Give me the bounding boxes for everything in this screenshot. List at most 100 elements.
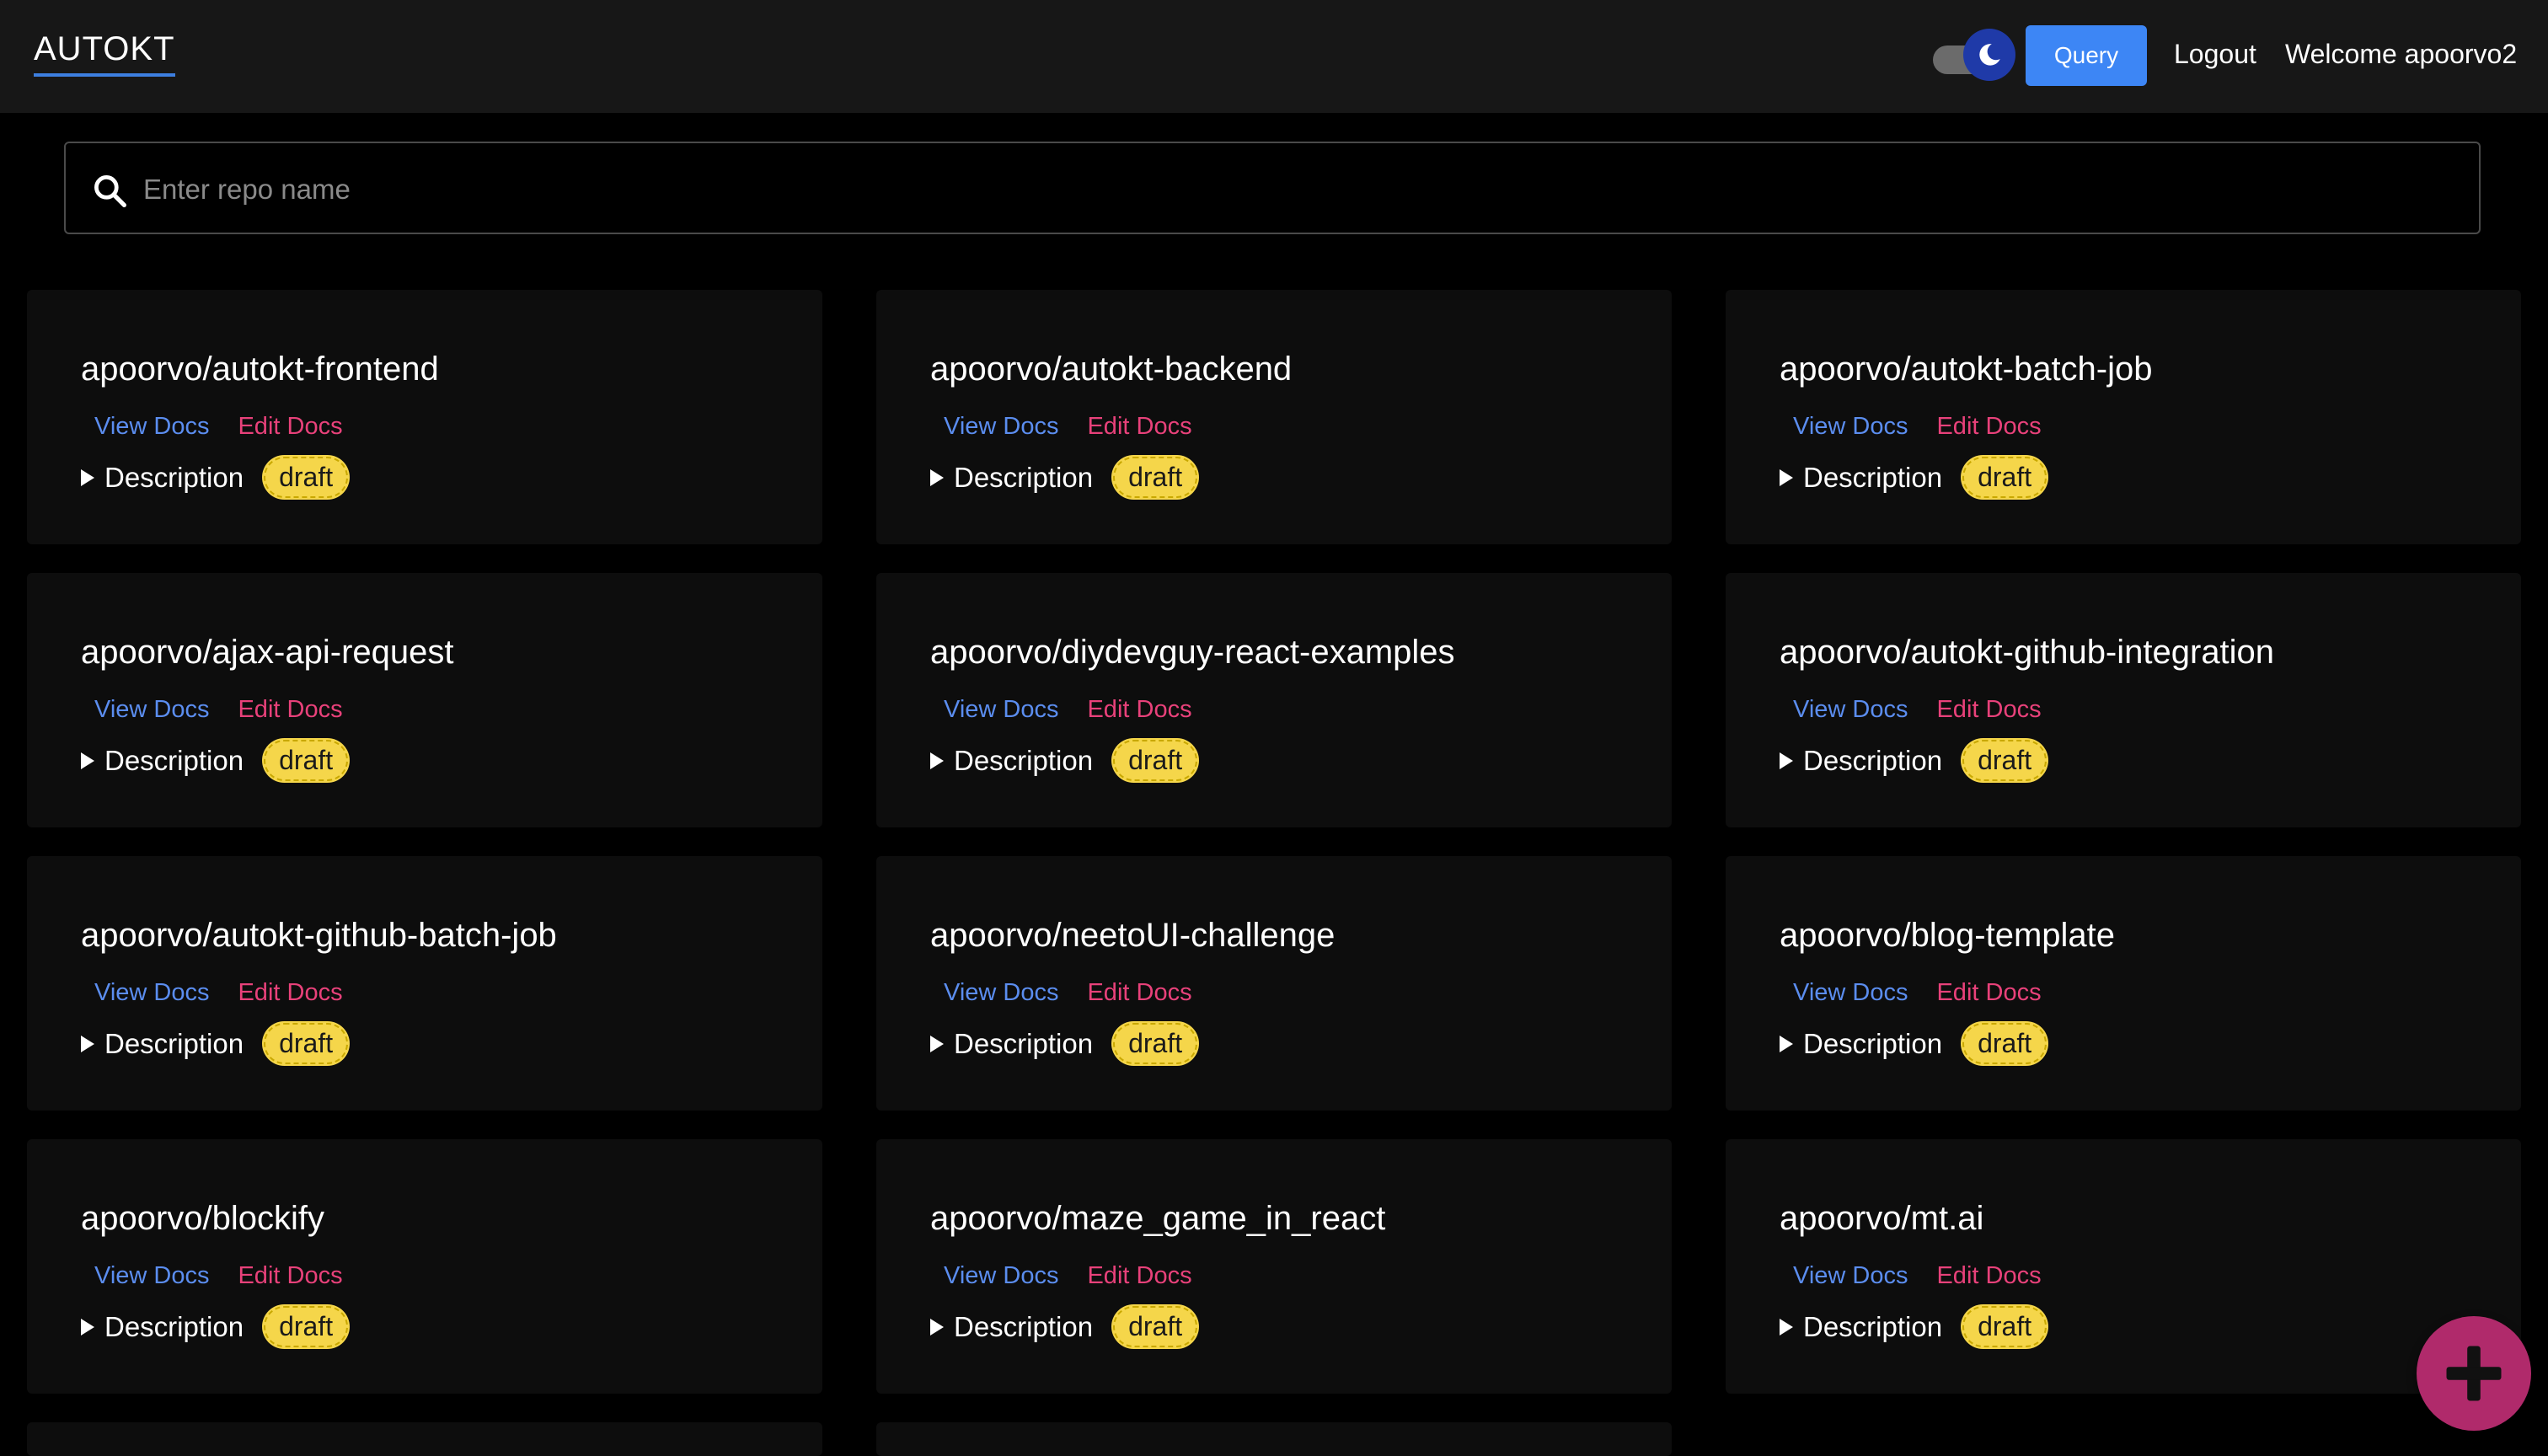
description-toggle[interactable]: Description	[930, 745, 1093, 777]
status-badge: draft	[1111, 1304, 1200, 1349]
repo-search-box	[64, 142, 2481, 234]
view-docs-link[interactable]: View Docs	[94, 1262, 209, 1289]
theme-toggle[interactable]	[1931, 29, 2015, 83]
status-badge: draft	[262, 1304, 351, 1349]
triangle-right-icon	[81, 1318, 94, 1336]
edit-docs-link[interactable]: Edit Docs	[1936, 1262, 2041, 1289]
triangle-right-icon	[930, 468, 944, 486]
repo-name: apoorvo/blog-template	[1780, 917, 2116, 954]
repo-name: apoorvo/autokt-backend	[930, 351, 1293, 388]
welcome-text: Welcome apoorvo2	[2285, 39, 2518, 69]
theme-toggle-knob	[1963, 29, 2015, 81]
brand-logo[interactable]: AUTOKT	[34, 30, 175, 77]
edit-docs-link[interactable]: Edit Docs	[238, 413, 342, 440]
edit-docs-link[interactable]: Edit Docs	[238, 1262, 342, 1289]
description-toggle[interactable]: Description	[1780, 1028, 1942, 1060]
status-badge: draft	[262, 738, 351, 783]
description-toggle[interactable]: Description	[930, 1028, 1093, 1060]
description-toggle[interactable]: Description	[81, 745, 244, 777]
query-button[interactable]: Query	[2026, 25, 2147, 86]
status-badge: draft	[1961, 738, 2049, 783]
description-toggle[interactable]: Description	[81, 1311, 244, 1343]
view-docs-link[interactable]: View Docs	[944, 1262, 1058, 1289]
repo-card: apoorvo/autokt-github-batch-job View Doc…	[27, 856, 822, 1111]
repo-card: apoorvo/autokt-batch-job View Docs Edit D…	[1726, 290, 2521, 544]
view-docs-link[interactable]: View Docs	[944, 979, 1058, 1006]
view-docs-link[interactable]: View Docs	[944, 696, 1058, 723]
description-toggle[interactable]: Description	[1780, 462, 1942, 494]
repo-card: apoorvo/diydevguy-react-examples View Do…	[876, 573, 1672, 827]
description-toggle[interactable]: Description	[81, 1028, 244, 1060]
description-label: Description	[1803, 1310, 1943, 1342]
add-repo-button[interactable]	[2417, 1316, 2531, 1431]
moon-icon	[1979, 44, 2000, 66]
edit-docs-link[interactable]: Edit Docs	[1087, 696, 1191, 723]
edit-docs-link[interactable]: Edit Docs	[238, 979, 342, 1006]
status-badge: draft	[1961, 1304, 2049, 1349]
view-docs-link[interactable]: View Docs	[944, 413, 1058, 440]
repo-card: apoorvo/autokt-frontend View Docs Edit Do…	[27, 290, 822, 544]
status-badge: draft	[1961, 1021, 2049, 1066]
status-badge: draft	[1111, 455, 1200, 500]
edit-docs-link[interactable]: Edit Docs	[1936, 696, 2041, 723]
view-docs-link[interactable]: View Docs	[1793, 1262, 1908, 1289]
triangle-right-icon	[81, 752, 94, 769]
view-docs-link[interactable]: View Docs	[94, 979, 209, 1006]
repo-card: apoorvo/blog-template View Docs Edit Docs…	[1726, 856, 2521, 1111]
repo-card: apoorvo/mt.ai View Docs Edit Docs Descrip…	[1726, 1139, 2521, 1394]
description-label: Description	[954, 461, 1094, 493]
repo-name: apoorvo/autokt-github-integration	[1780, 634, 2275, 671]
description-toggle[interactable]: Description	[1780, 1311, 1942, 1343]
view-docs-link[interactable]: View Docs	[1793, 696, 1908, 723]
edit-docs-link[interactable]: Edit Docs	[1087, 979, 1191, 1006]
view-docs-link[interactable]: View Docs	[1793, 413, 1908, 440]
view-docs-link[interactable]: View Docs	[94, 413, 209, 440]
status-badge: draft	[1961, 455, 2049, 500]
repo-name: apoorvo/ajax-api-request	[81, 634, 454, 671]
description-label: Description	[954, 1027, 1094, 1059]
repo-card: apoorvo/maze_game_in_react View Docs Edit…	[876, 1139, 1672, 1394]
triangle-right-icon	[81, 1035, 94, 1052]
repo-grid: apoorvo/autokt-frontend View Docs Edit Do…	[27, 290, 2521, 1394]
edit-docs-link[interactable]: Edit Docs	[238, 696, 342, 723]
triangle-right-icon	[81, 468, 94, 486]
repo-card: apoorvo/autokt-github-integration View D…	[1726, 573, 2521, 827]
edit-docs-link[interactable]: Edit Docs	[1936, 979, 2041, 1006]
status-badge: draft	[1111, 1021, 1200, 1066]
edit-docs-link[interactable]: Edit Docs	[1087, 1262, 1191, 1289]
view-docs-link[interactable]: View Docs	[1793, 979, 1908, 1006]
repo-name: apoorvo/autokt-frontend	[81, 351, 439, 388]
triangle-right-icon	[930, 1035, 944, 1052]
description-toggle[interactable]: Description	[1780, 745, 1942, 777]
repo-name: apoorvo/autokt-batch-job	[1780, 351, 2153, 388]
repo-name: apoorvo/mt.ai	[1780, 1200, 1984, 1237]
triangle-right-icon	[930, 752, 944, 769]
edit-docs-link[interactable]: Edit Docs	[1087, 413, 1191, 440]
repo-card: apoorvo/ajax-api-request View Docs Edit D…	[27, 573, 822, 827]
description-label: Description	[1803, 744, 1943, 776]
triangle-right-icon	[1780, 468, 1793, 486]
description-toggle[interactable]: Description	[930, 462, 1093, 494]
triangle-right-icon	[1780, 1318, 1793, 1336]
description-label: Description	[104, 1027, 244, 1059]
repo-card-partial	[27, 1422, 822, 1456]
view-docs-link[interactable]: View Docs	[94, 696, 209, 723]
repo-card: apoorvo/autokt-backend View Docs Edit Doc…	[876, 290, 1672, 544]
repo-name: apoorvo/diydevguy-react-examples	[930, 634, 1455, 671]
description-label: Description	[1803, 1027, 1943, 1059]
logout-link[interactable]: Logout	[2174, 39, 2256, 70]
triangle-right-icon	[1780, 752, 1793, 769]
top-navbar: AUTOKT Query Logout Welcome apoorvo2	[0, 0, 2548, 113]
status-badge: draft	[262, 455, 351, 500]
repo-name: apoorvo/blockify	[81, 1200, 325, 1237]
description-label: Description	[1803, 461, 1943, 493]
repo-card: apoorvo/blockify View Docs Edit Docs Desc…	[27, 1139, 822, 1394]
plus-icon	[2446, 1346, 2502, 1401]
description-toggle[interactable]: Description	[930, 1311, 1093, 1343]
edit-docs-link[interactable]: Edit Docs	[1936, 413, 2041, 440]
triangle-right-icon	[930, 1318, 944, 1336]
repo-search-input[interactable]	[142, 162, 2454, 217]
description-label: Description	[104, 1310, 244, 1342]
description-toggle[interactable]: Description	[81, 462, 244, 494]
description-label: Description	[104, 744, 244, 776]
